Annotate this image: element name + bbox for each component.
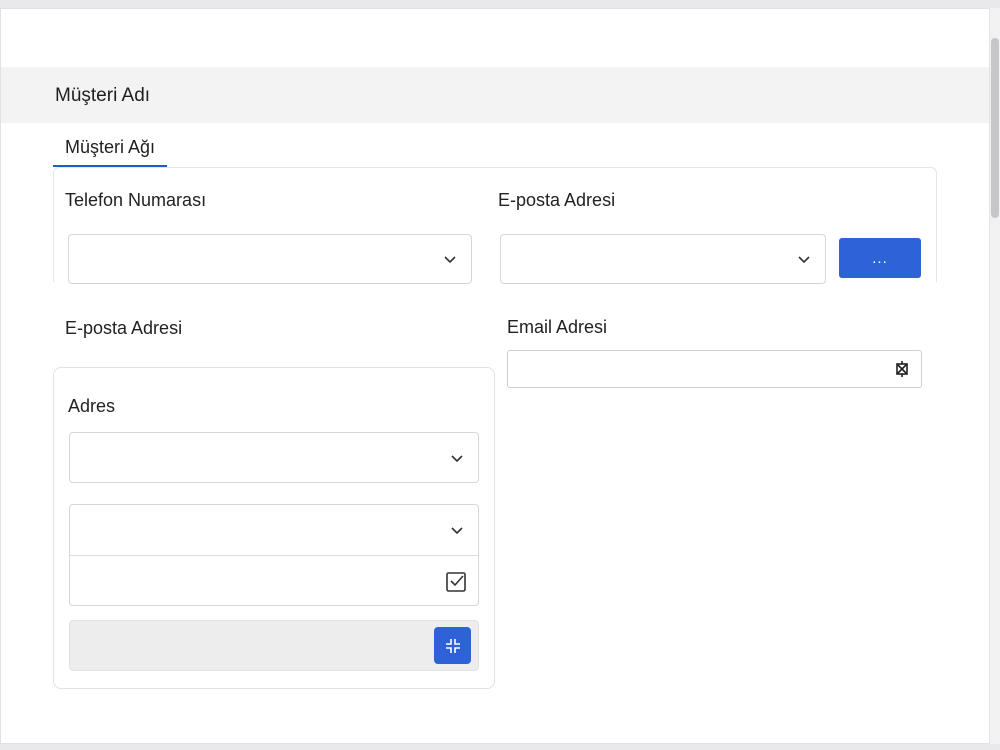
chevron-down-icon (451, 454, 463, 462)
expand-button[interactable] (434, 627, 471, 664)
address-stack (69, 504, 479, 606)
scrollbar-thumb[interactable] (991, 38, 999, 218)
phone-select[interactable] (68, 234, 472, 284)
tab-label: Müşteri Ağı (65, 137, 156, 157)
address-check-field[interactable] (70, 556, 478, 606)
chevron-down-icon (798, 256, 810, 264)
chevron-down-icon (451, 527, 463, 535)
checkbox-icon[interactable] (445, 571, 467, 593)
more-options-button[interactable]: ... (839, 238, 921, 278)
scrollbar[interactable] (990, 8, 1000, 744)
address-label: Adres (68, 396, 116, 416)
address-select-1[interactable] (69, 432, 479, 483)
chevron-down-icon (444, 256, 456, 264)
header-band: Müşteri Adı (1, 67, 989, 123)
address-select-2[interactable] (70, 505, 478, 555)
email-icon[interactable] (893, 360, 911, 378)
email-section-label: E-posta Adresi (65, 318, 183, 338)
app-window: Müşteri Adı Müşteri Ağı Telefon Numarası… (0, 8, 990, 744)
email-select[interactable] (500, 234, 826, 284)
expand-icon (445, 638, 460, 653)
phone-label: Telefon Numarası (65, 190, 207, 210)
email-address-input[interactable] (507, 350, 922, 388)
tab-customer-network[interactable]: Müşteri Ağı (53, 133, 168, 167)
email-label: E-posta Adresi (498, 190, 616, 210)
top-bar (1, 9, 989, 65)
page-title: Müşteri Adı (55, 85, 151, 106)
address-disabled-field (69, 620, 479, 671)
email-address-label: Email Adresi (507, 317, 608, 337)
